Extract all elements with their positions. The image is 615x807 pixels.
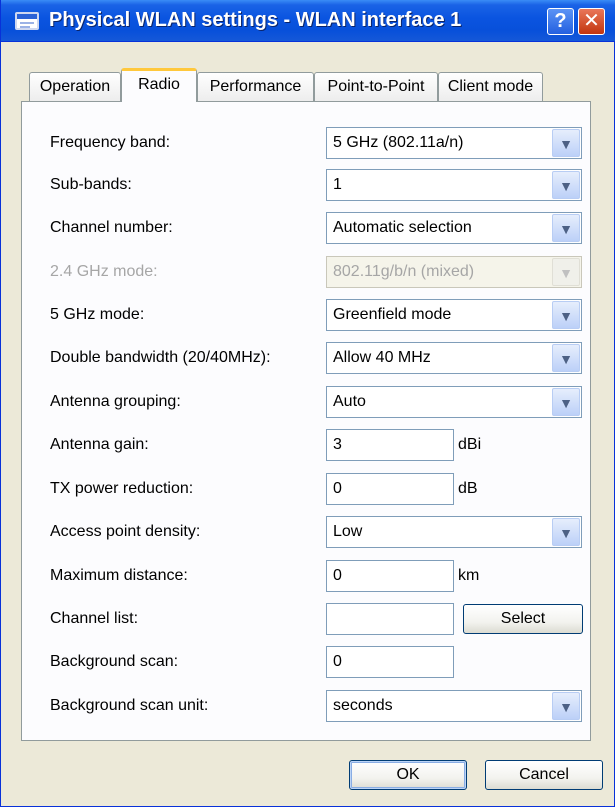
antenna-gain-input[interactable]: 3 <box>326 429 454 461</box>
mode-24ghz-value: 802.11g/b/n (mixed) <box>333 263 475 280</box>
chevron-down-icon[interactable]: ▼ <box>552 214 580 242</box>
max-distance-unit: km <box>458 567 480 584</box>
channel-number-select[interactable]: Automatic selection ▼ <box>326 212 582 244</box>
chevron-down-icon[interactable]: ▼ <box>552 692 580 720</box>
chevron-down-icon[interactable]: ▼ <box>552 171 580 199</box>
antenna-gain-value: 3 <box>333 436 342 453</box>
antenna-gain-unit: dBi <box>458 436 482 453</box>
mode-5ghz-value: Greenfield mode <box>333 306 452 323</box>
channel-number-label: Channel number: <box>50 219 173 236</box>
tx-power-reduction-value: 0 <box>333 480 342 497</box>
antenna-grouping-select[interactable]: Auto ▼ <box>326 386 582 418</box>
double-bandwidth-label: Double bandwidth (20/40MHz): <box>50 349 271 366</box>
frequency-band-value: 5 GHz (802.11a/n) <box>333 134 464 151</box>
channel-number-value: Automatic selection <box>333 219 472 236</box>
channel-list-label: Channel list: <box>50 610 139 627</box>
ap-density-select[interactable]: Low ▼ <box>326 516 582 548</box>
chevron-down-icon: ▼ <box>552 258 580 286</box>
mode-5ghz-select[interactable]: Greenfield mode ▼ <box>326 299 582 331</box>
tx-power-reduction-input[interactable]: 0 <box>326 473 454 505</box>
background-scan-unit-label: Background scan unit: <box>50 697 209 714</box>
tab-client-mode[interactable]: Client mode <box>438 72 543 102</box>
channel-list-select-button[interactable]: Select <box>463 604 583 634</box>
background-scan-input[interactable]: 0 <box>326 646 454 678</box>
tab-point-to-point[interactable]: Point-to-Point <box>314 72 438 102</box>
chevron-down-icon[interactable]: ▼ <box>552 344 580 372</box>
antenna-grouping-label: Antenna grouping: <box>50 393 181 410</box>
max-distance-label: Maximum distance: <box>50 567 188 584</box>
radio-tab-panel: Frequency band: 5 GHz (802.11a/n) ▼ Sub-… <box>21 101 591 741</box>
chevron-down-icon[interactable]: ▼ <box>552 388 580 416</box>
sub-bands-select[interactable]: 1 ▼ <box>326 169 582 201</box>
antenna-grouping-value: Auto <box>333 393 366 410</box>
antenna-gain-label: Antenna gain: <box>50 436 149 453</box>
mode-24ghz-label: 2.4 GHz mode: <box>50 263 158 280</box>
ap-density-label: Access point density: <box>50 523 201 540</box>
chevron-down-icon[interactable]: ▼ <box>552 301 580 329</box>
channel-list-input[interactable] <box>326 603 454 635</box>
max-distance-input[interactable]: 0 <box>326 560 454 592</box>
background-scan-unit-value: seconds <box>333 697 393 714</box>
max-distance-value: 0 <box>333 567 342 584</box>
chevron-down-icon[interactable]: ▼ <box>552 518 580 546</box>
ok-button[interactable]: OK <box>349 760 467 790</box>
help-button[interactable]: ? <box>547 8 574 35</box>
title-bar[interactable]: Physical WLAN settings - WLAN interface … <box>1 0 615 42</box>
window-title: Physical WLAN settings - WLAN interface … <box>49 9 462 31</box>
tab-operation[interactable]: Operation <box>29 72 121 102</box>
background-scan-label: Background scan: <box>50 653 179 670</box>
mode-24ghz-select: 802.11g/b/n (mixed) ▼ <box>326 256 582 288</box>
tab-performance[interactable]: Performance <box>197 72 314 102</box>
cancel-button[interactable]: Cancel <box>485 760 603 790</box>
double-bandwidth-select[interactable]: Allow 40 MHz ▼ <box>326 342 582 374</box>
window-icon <box>15 12 39 30</box>
dialog-window: Physical WLAN settings - WLAN interface … <box>0 0 615 807</box>
mode-5ghz-label: 5 GHz mode: <box>50 306 145 323</box>
frequency-band-select[interactable]: 5 GHz (802.11a/n) ▼ <box>326 127 582 159</box>
tab-radio[interactable]: Radio <box>121 68 197 102</box>
background-scan-unit-select[interactable]: seconds ▼ <box>326 690 582 722</box>
tx-power-reduction-unit: dB <box>458 480 478 497</box>
ap-density-value: Low <box>333 523 363 540</box>
sub-bands-label: Sub-bands: <box>50 176 132 193</box>
sub-bands-value: 1 <box>333 176 342 193</box>
background-scan-value: 0 <box>333 653 342 670</box>
close-button[interactable]: ✕ <box>578 8 605 35</box>
double-bandwidth-value: Allow 40 MHz <box>333 349 431 366</box>
chevron-down-icon[interactable]: ▼ <box>552 129 580 157</box>
tx-power-reduction-label: TX power reduction: <box>50 480 194 497</box>
frequency-band-label: Frequency band: <box>50 134 171 151</box>
